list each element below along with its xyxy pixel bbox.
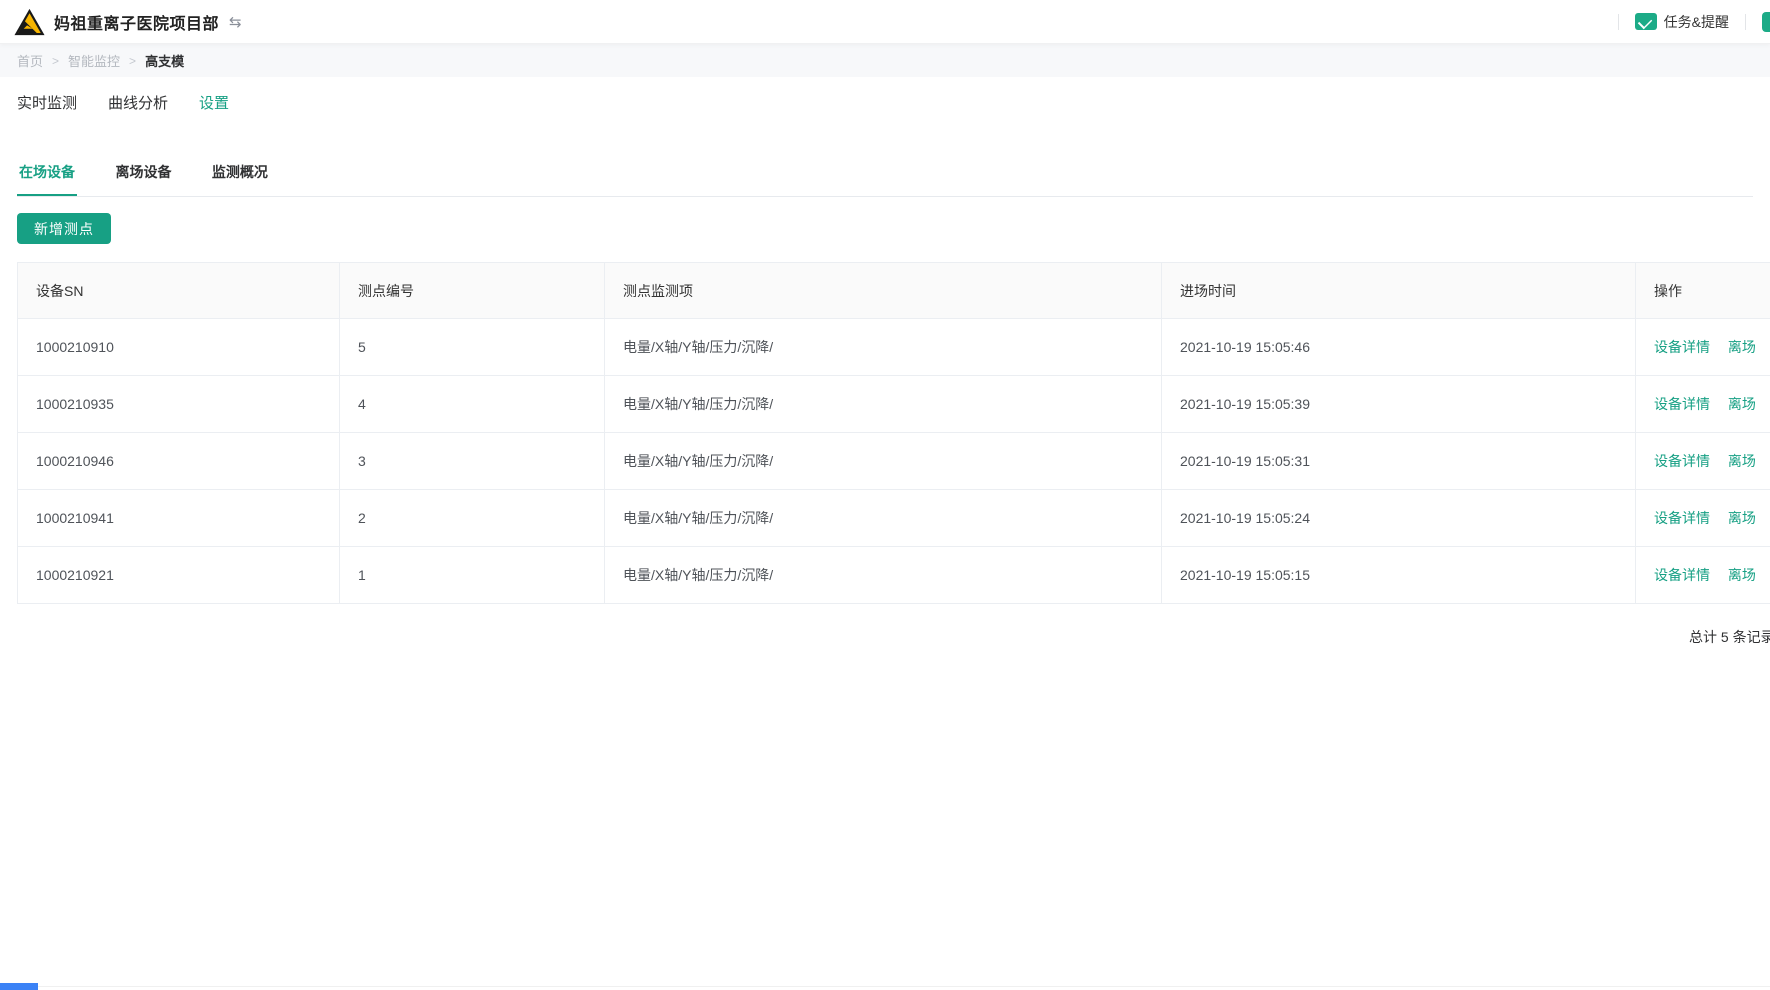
cell-point-no: 5 bbox=[340, 319, 605, 376]
cell-device-sn: 1000210946 bbox=[18, 433, 340, 490]
cell-point-no: 1 bbox=[340, 547, 605, 604]
breadcrumb-separator: > bbox=[129, 54, 136, 68]
table-header-row: 设备SN 测点编号 测点监测项 进场时间 操作 bbox=[18, 263, 1770, 319]
tab-settings[interactable]: 设置 bbox=[199, 88, 229, 117]
cell-device-sn: 1000210935 bbox=[18, 376, 340, 433]
breadcrumb: 首页 > 智能监控 > 高支模 bbox=[0, 44, 1770, 77]
table-row: 1000210910 5 电量/X轴/Y轴/压力/沉降/ 2021-10-19 … bbox=[18, 319, 1770, 376]
leave-site-link[interactable]: 离场 bbox=[1728, 510, 1756, 526]
switch-project-icon[interactable]: ⇆ bbox=[229, 13, 242, 31]
col-header-actions: 操作 bbox=[1636, 263, 1770, 319]
tab-realtime-monitoring[interactable]: 实时监测 bbox=[17, 88, 77, 117]
cell-device-sn: 1000210941 bbox=[18, 490, 340, 547]
main-tab-bar: 实时监测 曲线分析 设置 bbox=[17, 88, 260, 117]
cell-actions: 设备详情 离场 bbox=[1636, 433, 1770, 490]
subtab-offsite-devices[interactable]: 离场设备 bbox=[113, 156, 173, 196]
device-detail-link[interactable]: 设备详情 bbox=[1654, 396, 1710, 412]
subtab-onsite-devices[interactable]: 在场设备 bbox=[17, 156, 77, 196]
device-detail-link[interactable]: 设备详情 bbox=[1654, 339, 1710, 355]
user-icon[interactable] bbox=[1762, 12, 1770, 32]
total-records-label: 总计 5 条记录 bbox=[1689, 627, 1770, 647]
add-measure-point-button[interactable]: 新增测点 bbox=[17, 213, 111, 244]
table-row: 1000210946 3 电量/X轴/Y轴/压力/沉降/ 2021-10-19 … bbox=[18, 433, 1770, 490]
cell-enter-time: 2021-10-19 15:05:31 bbox=[1162, 433, 1636, 490]
leave-site-link[interactable]: 离场 bbox=[1728, 567, 1756, 583]
col-header-monitor-items: 测点监测项 bbox=[605, 263, 1162, 319]
breadcrumb-smart-monitoring[interactable]: 智能监控 bbox=[68, 51, 120, 70]
leave-site-link[interactable]: 离场 bbox=[1728, 396, 1756, 412]
tasks-reminders-button[interactable]: 任务&提醒 bbox=[1635, 12, 1729, 32]
col-header-enter-time: 进场时间 bbox=[1162, 263, 1636, 319]
cell-monitor-items: 电量/X轴/Y轴/压力/沉降/ bbox=[605, 376, 1162, 433]
device-table: 设备SN 测点编号 测点监测项 进场时间 操作 1000210910 5 电量/… bbox=[17, 262, 1770, 604]
divider bbox=[1745, 14, 1746, 30]
table-row: 1000210921 1 电量/X轴/Y轴/压力/沉降/ 2021-10-19 … bbox=[18, 547, 1770, 604]
sub-tab-bar: 在场设备 离场设备 监测概况 bbox=[17, 156, 1753, 197]
cell-enter-time: 2021-10-19 15:05:46 bbox=[1162, 319, 1636, 376]
cell-point-no: 2 bbox=[340, 490, 605, 547]
cell-monitor-items: 电量/X轴/Y轴/压力/沉降/ bbox=[605, 319, 1162, 376]
cell-monitor-items: 电量/X轴/Y轴/压力/沉降/ bbox=[605, 433, 1162, 490]
tasks-reminders-label: 任务&提醒 bbox=[1664, 12, 1729, 32]
col-header-point-no: 测点编号 bbox=[340, 263, 605, 319]
breadcrumb-current: 高支模 bbox=[145, 51, 184, 70]
corner-bar bbox=[0, 983, 38, 990]
breadcrumb-home[interactable]: 首页 bbox=[17, 51, 43, 70]
app-header: 妈祖重离子医院项目部 ⇆ 任务&提醒 bbox=[0, 0, 1770, 44]
cell-actions: 设备详情 离场 bbox=[1636, 490, 1770, 547]
page-title: 妈祖重离子医院项目部 bbox=[54, 10, 219, 34]
device-detail-link[interactable]: 设备详情 bbox=[1654, 510, 1710, 526]
cell-monitor-items: 电量/X轴/Y轴/压力/沉降/ bbox=[605, 547, 1162, 604]
cell-monitor-items: 电量/X轴/Y轴/压力/沉降/ bbox=[605, 490, 1162, 547]
cell-actions: 设备详情 离场 bbox=[1636, 376, 1770, 433]
subtab-monitoring-overview[interactable]: 监测概况 bbox=[210, 156, 270, 196]
cell-actions: 设备详情 离场 bbox=[1636, 319, 1770, 376]
col-header-device-sn: 设备SN bbox=[18, 263, 340, 319]
device-detail-link[interactable]: 设备详情 bbox=[1654, 453, 1710, 469]
mail-icon bbox=[1635, 13, 1657, 30]
leave-site-link[interactable]: 离场 bbox=[1728, 339, 1756, 355]
cell-device-sn: 1000210921 bbox=[18, 547, 340, 604]
table-row: 1000210935 4 电量/X轴/Y轴/压力/沉降/ 2021-10-19 … bbox=[18, 376, 1770, 433]
leave-site-link[interactable]: 离场 bbox=[1728, 453, 1756, 469]
cell-point-no: 4 bbox=[340, 376, 605, 433]
cell-enter-time: 2021-10-19 15:05:24 bbox=[1162, 490, 1636, 547]
cell-enter-time: 2021-10-19 15:05:39 bbox=[1162, 376, 1636, 433]
breadcrumb-separator: > bbox=[52, 54, 59, 68]
table-row: 1000210941 2 电量/X轴/Y轴/压力/沉降/ 2021-10-19 … bbox=[18, 490, 1770, 547]
cell-actions: 设备详情 离场 bbox=[1636, 547, 1770, 604]
cell-device-sn: 1000210910 bbox=[18, 319, 340, 376]
company-logo-icon bbox=[14, 8, 45, 36]
divider bbox=[1618, 14, 1619, 30]
tab-curve-analysis[interactable]: 曲线分析 bbox=[108, 88, 168, 117]
cell-point-no: 3 bbox=[340, 433, 605, 490]
device-detail-link[interactable]: 设备详情 bbox=[1654, 567, 1710, 583]
bottom-divider bbox=[0, 986, 1770, 987]
cell-enter-time: 2021-10-19 15:05:15 bbox=[1162, 547, 1636, 604]
